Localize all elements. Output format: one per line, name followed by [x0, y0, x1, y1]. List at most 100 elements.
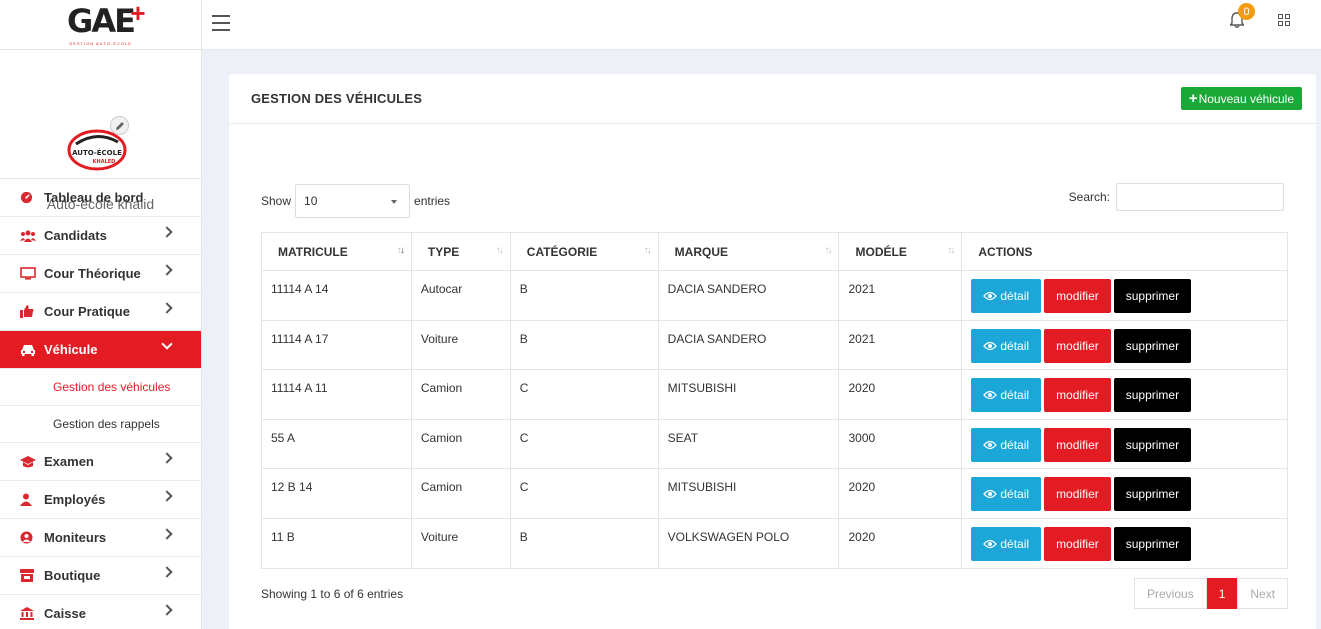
sidebar-item-label: Cour Pratique: [44, 304, 130, 319]
modify-button[interactable]: modifier: [1044, 328, 1111, 363]
sidebar-item-examen[interactable]: Examen: [0, 443, 201, 481]
eye-icon: [983, 391, 998, 400]
cell-actions: détail modifier supprimer: [961, 418, 1288, 470]
modify-button[interactable]: modifier: [1044, 427, 1111, 462]
sidebar-item-cour-theorique[interactable]: Cour Théorique: [0, 255, 201, 293]
delete-button[interactable]: supprimer: [1113, 378, 1192, 413]
sidebar-item-moniteurs[interactable]: Moniteurs: [0, 519, 201, 557]
modify-label: modifier: [1056, 388, 1099, 403]
modify-button[interactable]: modifier: [1044, 279, 1111, 313]
sidebar-subitem-label: Gestion des véhicules: [53, 380, 171, 394]
school-logo-line1: AUTO-ÉCOLE: [72, 148, 122, 157]
card-header: GESTION DES VÉHICULES + Nouveau véhicule: [229, 74, 1316, 124]
eye-icon: [983, 539, 998, 549]
column-header-type[interactable]: TYPE ↑↓: [410, 232, 511, 271]
sidebar-item-vehicule[interactable]: Véhicule: [0, 331, 201, 369]
caret-down-icon: [391, 200, 398, 204]
modify-button[interactable]: modifier: [1044, 378, 1111, 413]
delete-button[interactable]: supprimer: [1113, 279, 1192, 313]
brand-tagline: GESTION AUTO-ÉCOLE: [69, 40, 132, 46]
menu-toggle-icon[interactable]: [212, 15, 230, 36]
detail-button[interactable]: détail: [971, 526, 1042, 561]
next-page-button[interactable]: Next: [1237, 578, 1289, 609]
column-header-marque[interactable]: MARQUE ↑↓: [657, 232, 840, 271]
sidebar-item-candidats[interactable]: Candidats: [0, 217, 201, 255]
eye-icon: [983, 291, 998, 301]
sidebar-item-caisse[interactable]: Caisse: [0, 595, 201, 629]
page-size-select[interactable]: 10: [295, 184, 411, 218]
detail-button[interactable]: détail: [971, 328, 1042, 363]
cell-categorie: C: [509, 468, 659, 519]
column-header-categorie[interactable]: CATÉGORIE ↑↓: [509, 232, 659, 271]
brand-logo[interactable]: GAE + GESTION AUTO-ÉCOLE: [60, 0, 145, 46]
cell-categorie: C: [509, 369, 659, 420]
apps-grid-icon[interactable]: [1278, 14, 1290, 26]
cell-marque: DACIA SANDERO: [657, 270, 840, 321]
chevron-right-icon: [161, 226, 173, 238]
sidebar-item-cour-pratique[interactable]: Cour Pratique: [0, 293, 201, 331]
detail-button[interactable]: détail: [971, 427, 1042, 462]
new-vehicle-button[interactable]: + Nouveau véhicule: [1180, 87, 1302, 110]
sidebar-item-boutique[interactable]: Boutique: [0, 557, 201, 595]
delete-button[interactable]: supprimer: [1113, 526, 1192, 561]
modify-button[interactable]: modifier: [1044, 477, 1111, 512]
modify-label: modifier: [1056, 338, 1099, 353]
topbar: 0: [202, 0, 1321, 50]
chevron-down-icon: [161, 338, 173, 350]
cell-actions: détail modifier supprimer: [961, 319, 1288, 371]
page-size-control: Show 10 entries: [261, 184, 450, 218]
sidebar-subitem-label: Gestion des rappels: [53, 417, 160, 431]
delete-label: supprimer: [1125, 536, 1180, 551]
modify-label: modifier: [1056, 536, 1099, 551]
new-vehicle-label: Nouveau véhicule: [1198, 91, 1294, 106]
cell-marque: DACIA SANDERO: [657, 319, 840, 371]
delete-label: supprimer: [1125, 487, 1180, 502]
cell-marque: MITSUBISHI: [657, 369, 840, 420]
column-header-modele[interactable]: MODÉLE ↑↓: [838, 232, 963, 271]
cell-type: Camion: [410, 468, 511, 519]
delete-button[interactable]: supprimer: [1113, 427, 1192, 462]
modify-label: modifier: [1056, 289, 1099, 303]
chevron-right-icon: [161, 302, 173, 314]
plus-icon: +: [1188, 90, 1198, 107]
sidebar-item-employes[interactable]: Employés: [0, 481, 201, 519]
detail-label: détail: [1000, 338, 1030, 353]
cell-type: Voiture: [410, 517, 511, 569]
chevron-right-icon: [161, 566, 173, 578]
sidebar-item-tableau-de-bord[interactable]: Tableau de bord: [0, 179, 201, 217]
table-info: Showing 1 to 6 of 6 entries: [261, 587, 404, 601]
sidebar-item-label: Caisse: [44, 606, 86, 621]
dashboard-icon: [20, 191, 38, 204]
sort-icon: ↑↓: [643, 245, 652, 256]
profile: AUTO-ÉCOLE KHALED Auto-école khalid: [0, 50, 201, 212]
pencil-icon: [115, 121, 124, 130]
cell-actions: détail modifier supprimer: [961, 517, 1288, 569]
sidebar-subitem-gestion-rappels[interactable]: Gestion des rappels: [0, 406, 201, 443]
cell-actions: détail modifier supprimer: [961, 468, 1288, 519]
previous-page-button[interactable]: Previous: [1134, 578, 1207, 609]
sidebar-subitem-gestion-vehicules[interactable]: Gestion des véhicules: [0, 369, 201, 406]
eye-icon: [983, 440, 998, 449]
cell-modele: 2020: [838, 517, 963, 569]
page-title: GESTION DES VÉHICULES: [251, 91, 423, 106]
sort-icon: ↑↓: [824, 245, 832, 256]
edit-profile-button[interactable]: [110, 116, 129, 135]
detail-button[interactable]: détail: [971, 378, 1042, 413]
detail-label: détail: [1000, 437, 1030, 452]
page-1-button[interactable]: 1: [1206, 578, 1238, 609]
sidebar-item-label: Boutique: [44, 568, 101, 583]
delete-button[interactable]: supprimer: [1113, 328, 1192, 363]
column-header-matricule[interactable]: MATRICULE ↑↓: [261, 232, 412, 271]
search-label: Search:: [1068, 190, 1110, 204]
detail-label: détail: [1000, 487, 1030, 502]
modify-button[interactable]: modifier: [1044, 526, 1111, 561]
search-control: Search:: [1069, 183, 1284, 211]
cell-modele: 2021: [838, 270, 963, 321]
delete-button[interactable]: supprimer: [1113, 477, 1192, 512]
search-input[interactable]: [1116, 183, 1284, 211]
delete-label: supprimer: [1125, 437, 1180, 452]
detail-button[interactable]: détail: [971, 477, 1042, 512]
eye-icon: [983, 490, 998, 499]
detail-button[interactable]: détail: [971, 279, 1042, 313]
chevron-right-icon: [161, 604, 173, 616]
